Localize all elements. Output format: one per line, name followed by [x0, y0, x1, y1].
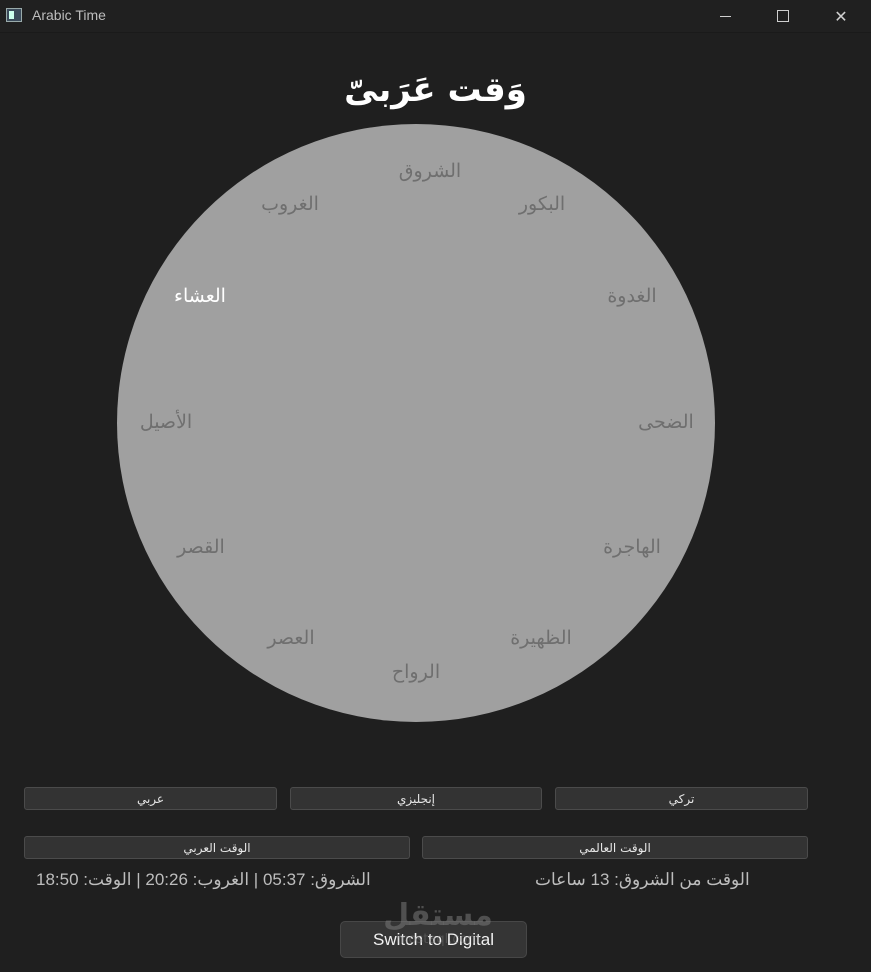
clock-label-asr: العصر — [267, 627, 315, 649]
clock-label-isha: العشاء — [174, 285, 226, 307]
page-title: وَقت عَرَبىّ — [344, 70, 527, 110]
sun-times-text: الشروق: 05:37 | الغروب: 20:26 | الوقت: 1… — [36, 870, 371, 889]
close-icon: ✕ — [834, 6, 848, 26]
turkish-language-button[interactable]: تركي — [555, 787, 808, 810]
clock-label-hajira: الهاجرة — [603, 536, 661, 558]
minimize-button[interactable] — [696, 0, 754, 32]
clock-label-ghurub: الغروب — [261, 193, 319, 215]
maximize-icon — [777, 10, 789, 22]
title-bar: Arabic Time ✕ — [0, 0, 871, 33]
clock-label-qasr: القصر — [177, 536, 225, 558]
clock-label-ghudwa: الغدوة — [607, 285, 657, 307]
clock-face: الشروق البكور الغدوة الضحى الهاجرة الظهي… — [117, 124, 715, 722]
clock-label-asil: الأصيل — [139, 411, 193, 433]
minimize-icon — [719, 15, 731, 17]
arabic-time-button[interactable]: الوقت العربي — [24, 836, 410, 859]
clock-label-zahira: الظهيرة — [510, 627, 572, 649]
window-title: Arabic Time — [32, 7, 106, 23]
world-time-button[interactable]: الوقت العالمي — [422, 836, 808, 859]
switch-to-digital-button[interactable]: Switch to Digital — [340, 921, 527, 958]
clock-label-duha: الضحى — [638, 411, 694, 433]
app-window-icon — [6, 8, 22, 22]
english-language-button[interactable]: إنجليزي — [290, 787, 542, 810]
close-button[interactable]: ✕ — [812, 0, 870, 32]
arabic-language-button[interactable]: عربي — [24, 787, 277, 810]
clock-label-rawah: الرواح — [391, 661, 441, 683]
clock-label-shuruq: الشروق — [398, 160, 462, 182]
clock-label-bukur: البكور — [518, 193, 566, 215]
maximize-button[interactable] — [754, 0, 812, 32]
since-sunrise-text: الوقت من الشروق: 13 ساعات — [535, 870, 750, 889]
